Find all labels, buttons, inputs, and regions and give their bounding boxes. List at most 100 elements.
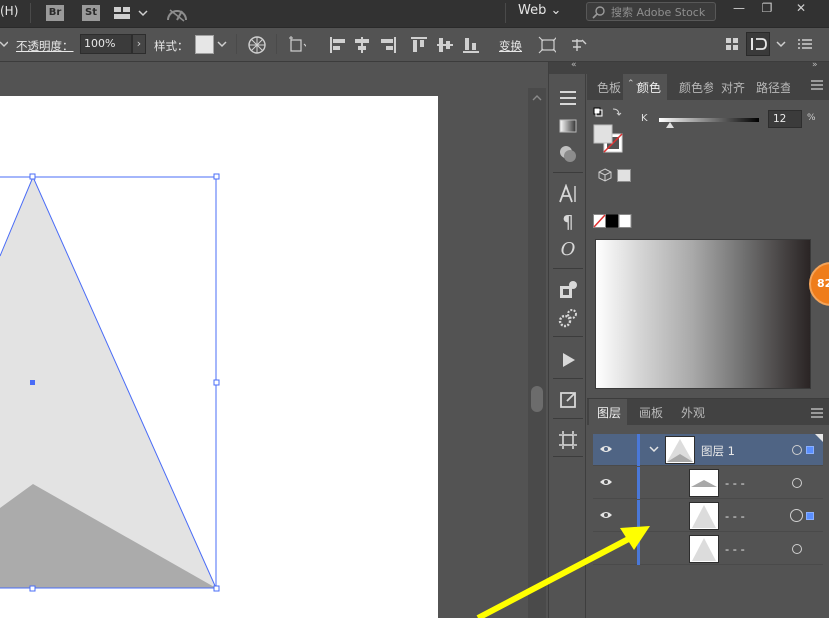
search-placeholder: 搜索 Adobe Stock (611, 6, 706, 19)
isolate-selection-icon[interactable] (538, 36, 556, 54)
transparency-icon[interactable] (558, 144, 578, 164)
tab-layers[interactable]: 图层 (597, 404, 621, 421)
target-circle[interactable] (792, 478, 802, 488)
layer-thumbnail (665, 436, 695, 464)
align-vertical-center-icon[interactable] (436, 36, 454, 54)
tab-pathfinder[interactable]: 路径查 (756, 79, 790, 96)
transform-box-icon[interactable] (288, 36, 306, 54)
arrange-documents-icon[interactable] (114, 6, 150, 20)
panel-group-header[interactable]: » (587, 60, 829, 74)
expand-icon[interactable]: » (812, 60, 818, 70)
percent-label: % (807, 113, 816, 123)
target-circle[interactable] (792, 445, 802, 455)
sublayer-row[interactable]: - - - (593, 467, 823, 499)
search-stock-field[interactable]: 搜索 Adobe Stock (586, 2, 716, 21)
tab-color[interactable]: 颜色 (637, 79, 661, 96)
export-icon[interactable] (558, 390, 578, 410)
align-left-icon[interactable] (330, 36, 348, 54)
stock-button[interactable]: St (82, 5, 100, 21)
opacity-arrow-button[interactable]: › (132, 34, 146, 54)
sublayer-thumbnail (689, 469, 719, 497)
sublayer-name[interactable]: - - - (725, 542, 745, 556)
menu-icon[interactable] (798, 38, 816, 56)
web-color-swatch[interactable] (617, 169, 631, 182)
align-top-icon[interactable] (410, 36, 428, 54)
visibility-eye-icon[interactable] (599, 510, 613, 520)
sublayer-name[interactable]: - - - (725, 509, 745, 523)
panel-toggle-button[interactable] (746, 32, 770, 56)
color-spectrum-bar[interactable] (595, 239, 811, 389)
artboards-icon[interactable] (558, 430, 578, 450)
divider (553, 268, 583, 269)
align-bottom-icon[interactable] (462, 36, 480, 54)
chevron-down-icon[interactable] (649, 446, 659, 454)
target-circle[interactable] (792, 544, 802, 554)
opacity-input[interactable]: 100% (80, 34, 132, 54)
fill-stroke-widget[interactable] (593, 107, 627, 157)
layer-row[interactable]: 图层 1 (593, 434, 823, 466)
divider (30, 3, 31, 23)
symbols-icon[interactable] (558, 280, 578, 300)
scrollbar-thumb[interactable] (531, 386, 543, 412)
scroll-up-icon[interactable] (532, 94, 542, 102)
center-point (30, 380, 35, 385)
artboard[interactable] (0, 96, 438, 618)
chevron-down-icon[interactable] (776, 41, 794, 59)
dock-header[interactable]: « (549, 60, 587, 74)
workspace-switcher[interactable]: Web ⌄ (518, 3, 561, 18)
divider (553, 172, 583, 173)
tab-artboards[interactable]: 画板 (639, 404, 663, 421)
recolor-artwork-icon[interactable] (248, 36, 266, 54)
transform-label[interactable]: 变换 (499, 38, 522, 54)
chevron-down-icon[interactable] (217, 41, 227, 49)
control-bar: 不透明度： 100% › 样式： 变换 (0, 28, 829, 62)
character-icon[interactable] (558, 184, 578, 204)
actions-play-icon[interactable] (558, 350, 578, 370)
visibility-eye-icon[interactable] (599, 444, 613, 454)
tab-align[interactable]: 对齐 (721, 79, 745, 96)
document-canvas[interactable] (0, 62, 528, 618)
layer-color-bar (637, 467, 640, 499)
bridge-button[interactable]: Br (46, 5, 64, 21)
properties-panel-icon (751, 38, 767, 50)
tab-appearance[interactable]: 外观 (681, 404, 705, 421)
puppet-warp-icon[interactable] (570, 36, 588, 54)
layer-name[interactable]: 图层 1 (701, 443, 735, 459)
tab-color-guide[interactable]: 颜色参 (679, 79, 713, 96)
k-slider-thumb[interactable] (666, 122, 674, 128)
gpu-performance-icon[interactable] (166, 6, 188, 22)
graphic-style-swatch[interactable] (195, 35, 214, 54)
triangle-thumbnail-art (692, 538, 716, 561)
grid-view-icon[interactable] (724, 36, 742, 54)
align-horizontal-center-icon[interactable] (354, 36, 372, 54)
k-slider-track[interactable] (659, 118, 759, 122)
selection-indicator[interactable] (806, 446, 814, 454)
restore-button[interactable]: ❐ (754, 1, 780, 17)
opacity-label[interactable]: 不透明度： (16, 38, 74, 54)
chevron-down-icon[interactable] (0, 41, 8, 49)
collapse-icon[interactable]: « (571, 60, 577, 70)
asset-export-gear-icon[interactable] (558, 308, 578, 328)
none-black-white-swatches[interactable] (593, 214, 633, 230)
paragraph-icon[interactable]: ¶ (558, 213, 578, 233)
sublayer-thumbnail (689, 535, 719, 563)
k-value-input[interactable]: 12 (768, 110, 802, 128)
divider (276, 34, 277, 54)
minimize-button[interactable]: — (726, 1, 752, 17)
menu-help[interactable]: (H) (0, 4, 18, 18)
panel-menu-icon[interactable] (811, 408, 823, 418)
target-circle-selected[interactable] (790, 509, 803, 522)
tab-swatches[interactable]: 色板 (597, 79, 621, 96)
selection-indicator[interactable] (806, 512, 814, 520)
sublayer-name[interactable]: - - - (725, 476, 745, 490)
align-right-icon[interactable] (380, 36, 398, 54)
visibility-eye-icon[interactable] (599, 477, 613, 487)
panel-menu-icon[interactable] (811, 80, 823, 90)
gradient-icon[interactable] (558, 116, 578, 136)
out-of-web-color-cube-icon[interactable] (598, 168, 612, 182)
sublayer-thumbnail (689, 502, 719, 530)
properties-icon[interactable] (558, 88, 578, 108)
close-button[interactable]: ✕ (788, 1, 814, 17)
corner-marker (815, 434, 823, 442)
opentype-icon[interactable]: O (558, 240, 578, 260)
